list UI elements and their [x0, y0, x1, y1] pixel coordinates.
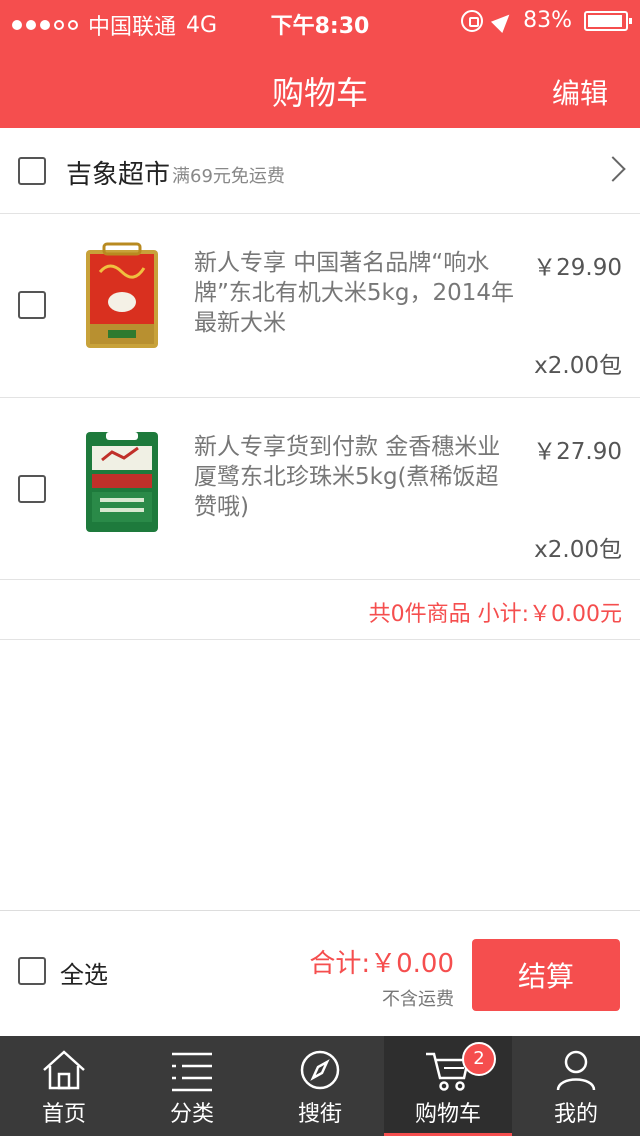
item-checkbox[interactable]: [18, 475, 46, 503]
tab-cart-label: 购物车: [414, 1102, 481, 1127]
cart-item[interactable]: 新人专享货到付款 金香穗米业厦鹭东北珍珠米5kg(煮稀饭超赞哦) ￥27.90 …: [0, 398, 640, 580]
tab-bar: 首页 分类 搜街 2 购物车 我的: [0, 1036, 640, 1136]
shipping-excluded-note: 不含运费: [382, 989, 454, 1010]
status-bar: 中国联通 4G 下午8:30 83%: [0, 0, 640, 44]
checkout-bar: 全选 合计:￥0.00 不含运费 结算: [0, 910, 640, 1036]
checkout-button[interactable]: 结算: [472, 939, 620, 1011]
subtotal-text: 共0件商品 小计:￥0.00元: [368, 602, 622, 627]
item-quantity: x2.00包: [534, 537, 622, 563]
item-title[interactable]: 新人专享货到付款 金香穗米业厦鹭东北珍珠米5kg(煮稀饭超赞哦): [194, 432, 514, 522]
tab-home[interactable]: 首页: [0, 1036, 128, 1136]
edit-button[interactable]: 编辑: [552, 72, 608, 112]
tab-explore[interactable]: 搜街: [256, 1036, 384, 1136]
tab-category[interactable]: 分类: [128, 1036, 256, 1136]
cart-count-badge: 2: [462, 1042, 496, 1076]
header: 中国联通 4G 下午8:30 83% 购物车 编辑: [0, 0, 640, 128]
select-all-label[interactable]: 全选: [60, 955, 108, 990]
tab-profile-label: 我的: [553, 1102, 598, 1127]
tab-explore-label: 搜街: [297, 1102, 342, 1127]
item-checkbox[interactable]: [18, 291, 46, 319]
shop-name: 吉象超市: [66, 160, 171, 190]
item-price: ￥27.90: [533, 439, 622, 465]
cart-item[interactable]: 新人专享 中国著名品牌“响水牌”东北有机大米5kg，2014年最新大米 ￥29.…: [0, 214, 640, 398]
tab-home-label: 首页: [41, 1102, 86, 1127]
select-all-checkbox[interactable]: [18, 957, 46, 985]
empty-area: [0, 640, 640, 910]
shop-row[interactable]: 吉象超市 满69元免运费: [0, 128, 640, 214]
location-icon: [491, 8, 516, 33]
shop-checkbox[interactable]: [18, 157, 46, 185]
rice-bag-image[interactable]: [80, 242, 164, 352]
shop-shipping-note: 满69元免运费: [172, 166, 285, 187]
home-icon: [43, 1050, 85, 1090]
compass-icon: [300, 1050, 340, 1090]
tab-cart[interactable]: 2 购物车: [384, 1036, 512, 1136]
item-price: ￥29.90: [533, 255, 622, 281]
item-title[interactable]: 新人专享 中国著名品牌“响水牌”东北有机大米5kg，2014年最新大米: [194, 248, 514, 338]
rice-bag-image[interactable]: [80, 426, 164, 536]
tab-profile[interactable]: 我的: [512, 1036, 640, 1136]
chevron-right-icon[interactable]: [600, 156, 626, 182]
total-amount: 合计:￥0.00: [309, 949, 454, 979]
battery-percent: 83%: [523, 8, 572, 33]
rotation-lock-icon: [461, 9, 484, 32]
page-title: 购物车: [271, 74, 368, 112]
tab-category-label: 分类: [169, 1102, 214, 1127]
user-icon: [556, 1050, 596, 1091]
battery-icon: [584, 10, 632, 31]
item-quantity: x2.00包: [534, 353, 622, 379]
shop-subtotal: 共0件商品 小计:￥0.00元: [0, 580, 640, 640]
list-icon: [172, 1052, 212, 1092]
